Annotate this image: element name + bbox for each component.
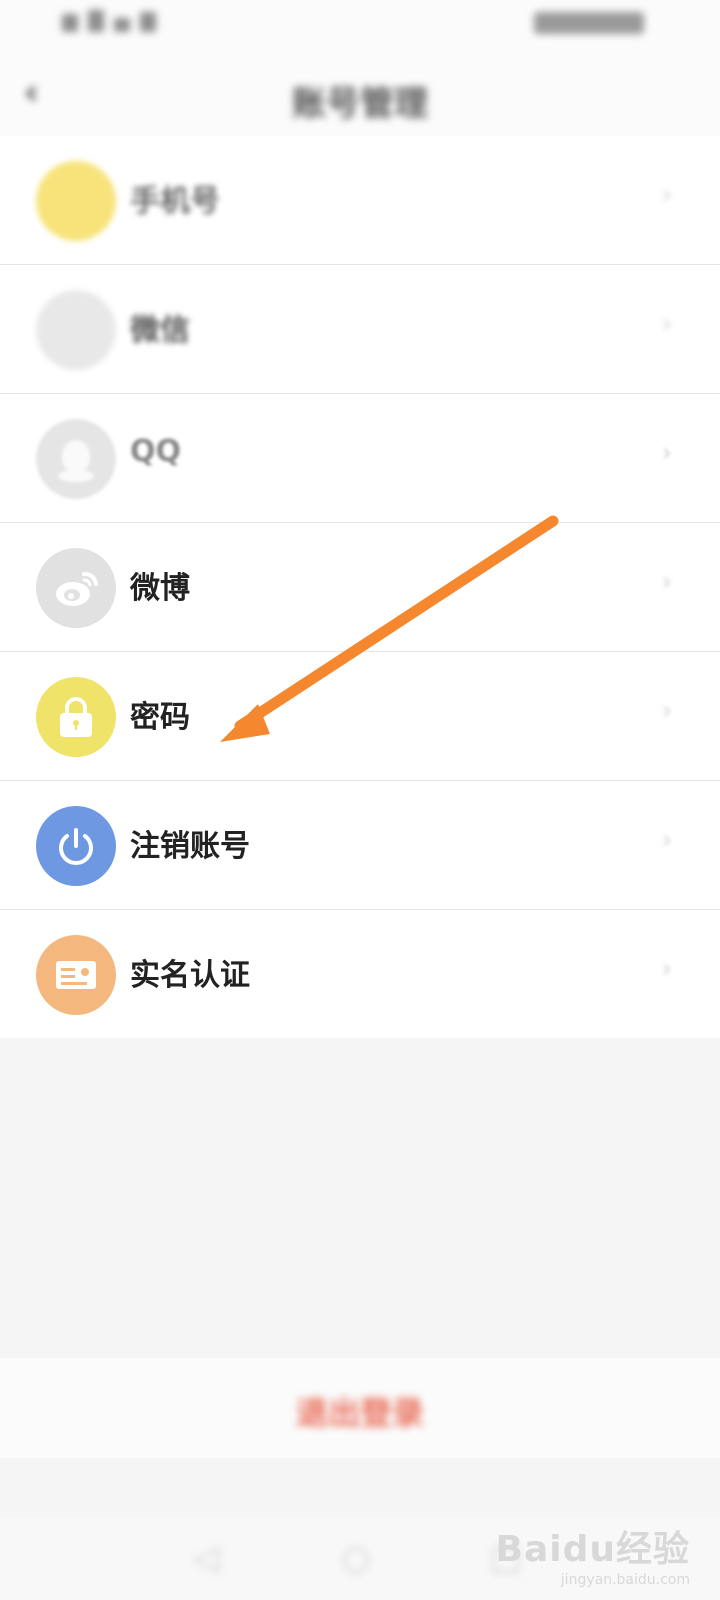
logout-area: 退出登录 [0, 1358, 720, 1458]
header: ‹ 账号管理 [0, 50, 720, 136]
nav-back-icon[interactable]: ◁ [186, 1538, 226, 1578]
row-label: 注销账号 [130, 829, 250, 864]
chevron-right-icon: › [661, 696, 672, 726]
battery-icon [534, 12, 644, 34]
real-name-row[interactable]: 实名认证 › [0, 910, 720, 1038]
wechat-row[interactable]: 微信 › [0, 265, 720, 394]
page-title: 账号管理 [292, 84, 428, 124]
power-icon [36, 806, 116, 886]
weibo-icon [36, 548, 116, 628]
phone-row[interactable]: 手机号 › [0, 136, 720, 265]
row-label: 密码 [130, 700, 190, 735]
row-label: 微信 [130, 313, 190, 348]
weibo-row[interactable]: 微博 › [0, 523, 720, 652]
row-label: 微博 [130, 571, 190, 606]
row-label: 实名认证 [130, 958, 250, 993]
watermark: Baidu经验 jingyan.baidu.com [496, 1520, 690, 1588]
id-card-icon [36, 935, 116, 1015]
watermark-url: jingyan.baidu.com [560, 1572, 690, 1588]
chevron-right-icon: › [661, 309, 672, 339]
nav-home-icon[interactable]: ○ [336, 1538, 376, 1578]
chevron-right-icon: › [661, 438, 672, 468]
qq-row[interactable]: QQ › [0, 394, 720, 523]
watermark-logo: Baidu经验 [495, 1529, 690, 1570]
signal-indicators [62, 10, 192, 36]
chevron-right-icon: › [661, 567, 672, 597]
phone-icon [36, 161, 116, 241]
qq-icon [36, 419, 116, 499]
chevron-right-icon: › [661, 825, 672, 855]
logout-button[interactable]: 退出登录 [0, 1388, 720, 1434]
password-row[interactable]: 密码 › [0, 652, 720, 781]
wechat-icon [36, 290, 116, 370]
chevron-right-icon: › [661, 180, 672, 210]
cancel-account-row[interactable]: 注销账号 › [0, 781, 720, 910]
row-label: QQ [130, 434, 182, 469]
lock-icon [36, 677, 116, 757]
status-bar [0, 0, 720, 50]
chevron-right-icon: › [661, 954, 672, 984]
account-settings-list: 手机号 › 微信 › QQ › 微博 › 密码 › 注销账号 › 实名认证 › [0, 136, 720, 1038]
row-label: 手机号 [130, 184, 220, 219]
